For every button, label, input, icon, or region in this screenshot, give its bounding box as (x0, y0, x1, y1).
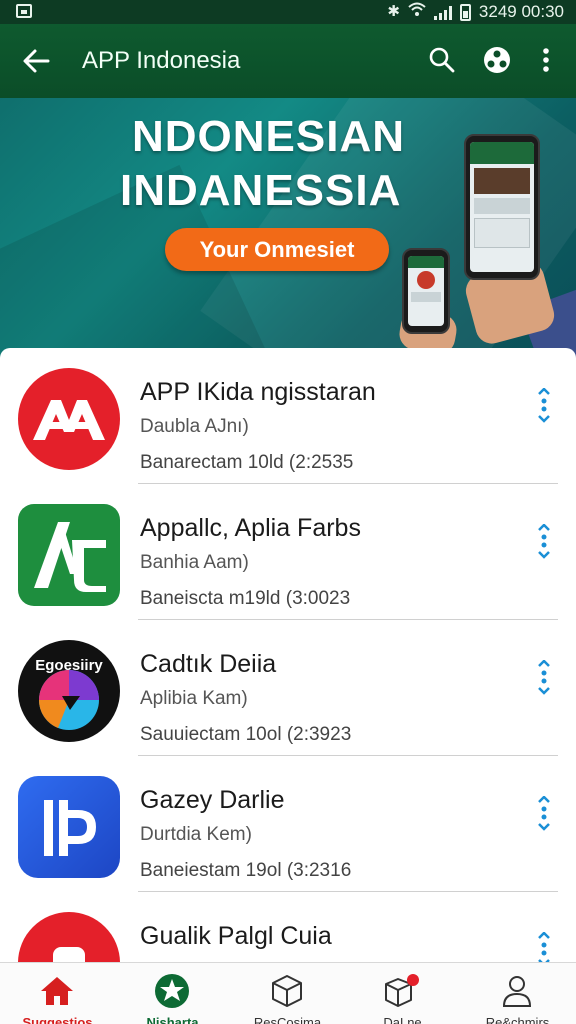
status-bar: ✱ 3249 00:30 (0, 0, 576, 24)
status-time: 3249 00:30 (478, 2, 564, 21)
signal-icon (433, 4, 452, 20)
more-options-icon[interactable] (534, 523, 554, 560)
app-name: Gualik Palgl Cuia (140, 922, 332, 950)
overflow-menu-icon[interactable] (530, 44, 562, 76)
nav-item-rescosima[interactable]: ResCosima (230, 963, 345, 1024)
app-subtitle: Daubla AJnı) (140, 416, 249, 437)
nav-label: Re&chmirs (485, 1015, 550, 1024)
home-icon (38, 973, 76, 1009)
list-item[interactable]: Appallc, Aplia Farbs Banhia Aam) Baneisc… (0, 484, 576, 620)
app-name: Gazey Darlie (140, 786, 285, 814)
red-aa-logo-icon (18, 368, 120, 470)
egosiiry-logo-icon: Egoesiiry (18, 640, 120, 742)
phone-illustration (464, 134, 540, 280)
status-indicators: ✱ 3249 00:30 (387, 1, 564, 23)
more-options-icon[interactable] (534, 659, 554, 696)
back-arrow-icon[interactable] (20, 44, 54, 78)
banner-heading-line2: INDANESSIA (120, 166, 402, 215)
app-subtitle: Aplibia Kam) (140, 688, 248, 709)
gallery-notification-icon (16, 4, 32, 18)
nav-item-suggestions[interactable]: Suggestios (0, 963, 115, 1024)
page-title: APP Indonesia (82, 47, 241, 74)
more-options-icon[interactable] (534, 795, 554, 832)
promo-banner[interactable]: NDONESIAN INDANESSIA Your Onmesiet (0, 98, 576, 360)
nav-item-rechmirs[interactable]: Re&chmirs (460, 963, 575, 1024)
wifi-icon (408, 1, 426, 23)
nav-item-dalne[interactable]: DaLne (345, 963, 460, 1024)
star-badge-icon (153, 973, 191, 1009)
nav-item-nisharta[interactable]: Nisharta (115, 963, 230, 1024)
app-subtitle: Banhia Aam) (140, 552, 249, 573)
nav-label: Nisharta (146, 1015, 199, 1024)
app-name: APP IKida ngisstaran (140, 378, 376, 406)
bluetooth-icon: ✱ (387, 3, 400, 20)
cube-icon (268, 973, 306, 1009)
person-icon (498, 973, 536, 1009)
app-meta: Sauuiectam 10ol (2:3923 (140, 724, 352, 745)
blue-ip-logo-icon (18, 776, 120, 878)
list-item[interactable]: Egoesiiry Cadtık Deiia Aplibia Kam) Sauu… (0, 620, 576, 756)
app-name: Appallc, Aplia Farbs (140, 514, 361, 542)
green-af-logo-icon (18, 504, 120, 606)
list-item[interactable]: Gualik Palgl Cuia (0, 892, 576, 962)
app-meta: Baneiscta m19ld (3:0023 (140, 588, 351, 609)
search-icon[interactable] (426, 44, 458, 76)
red-partial-logo-icon (18, 912, 120, 962)
app-bar: APP Indonesia (0, 24, 576, 98)
more-options-icon[interactable] (534, 931, 554, 962)
nav-label: Suggestios (22, 1015, 93, 1024)
app-meta: Baneiestam 19ol (3:2316 (140, 860, 352, 881)
more-options-icon[interactable] (534, 387, 554, 424)
list-item[interactable]: Gazey Darlie Durtdia Kem) Baneiestam 19o… (0, 756, 576, 892)
phone-illustration (402, 248, 450, 334)
banner-heading-line1: NDONESIAN (132, 112, 406, 161)
battery-icon (459, 3, 471, 21)
app-meta: Banarectam 10ld (2:2535 (140, 452, 354, 473)
nav-label: ResCosima (253, 1015, 322, 1024)
nav-label: DaLne (383, 1015, 422, 1024)
app-name: Cadtık Deiia (140, 650, 277, 678)
app-subtitle: Durtdia Kem) (140, 824, 252, 845)
list-item[interactable]: APP IKida ngisstaran Daubla AJnı) Banare… (0, 348, 576, 484)
bottom-navigation: Suggestios Nisharta ResCosima DaLne Re&c… (0, 962, 576, 1024)
account-switch-icon[interactable] (481, 44, 513, 76)
banner-cta-button[interactable]: Your Onmesiet (165, 228, 389, 271)
app-list: APP IKida ngisstaran Daubla AJnı) Banare… (0, 348, 576, 962)
box-badge-icon (383, 973, 421, 1009)
